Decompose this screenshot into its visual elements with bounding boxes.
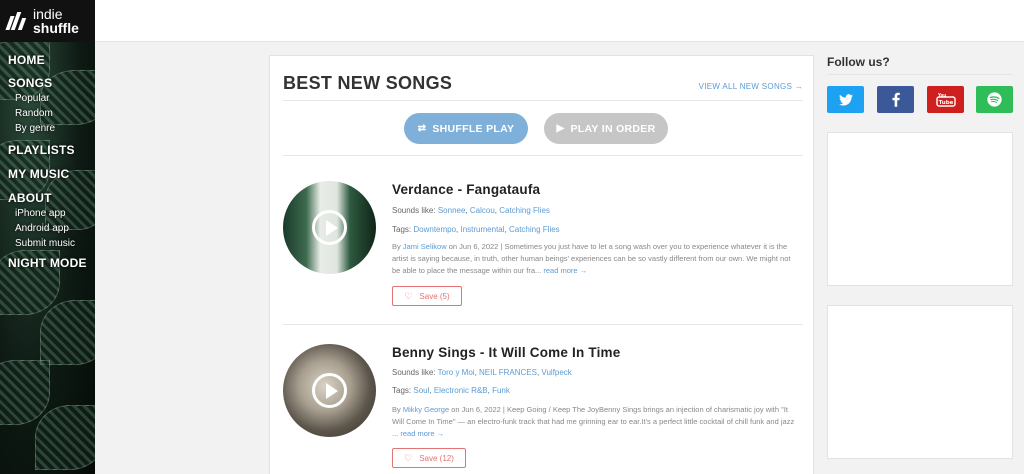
author-link[interactable]: Mikky George: [403, 405, 449, 414]
tag-link[interactable]: Soul: [413, 386, 429, 395]
save-count: (5): [439, 291, 450, 301]
play-controls: ⇄ SHUFFLE PLAY ▶ PLAY IN ORDER: [283, 113, 803, 156]
description-text: on Jun 6, 2022 | Keep Going / Keep The J…: [392, 405, 795, 438]
save-button[interactable]: ♡ Save (12): [392, 448, 466, 468]
by-label: By: [392, 242, 401, 251]
tag-link[interactable]: Electronic R&B: [434, 386, 488, 395]
tag-link[interactable]: Downtempo: [413, 225, 456, 234]
by-label: By: [392, 405, 401, 414]
youtube-button[interactable]: Tube You: [927, 86, 964, 113]
tags-label: Tags:: [392, 386, 412, 395]
twitter-icon: [838, 93, 853, 106]
nav-home[interactable]: HOME: [8, 52, 87, 68]
sounds-like-link[interactable]: Vulfpeck: [541, 368, 571, 377]
heart-icon: ♡: [404, 290, 413, 301]
author-link[interactable]: Jami Selikow: [403, 242, 447, 251]
save-count: (12): [439, 453, 454, 463]
nav-playlists[interactable]: PLAYLISTS: [8, 142, 87, 158]
sounds-like-link[interactable]: Calcou: [470, 206, 495, 215]
sounds-like-link[interactable]: Sonnee: [438, 206, 466, 215]
nav-songs-popular[interactable]: Popular: [8, 91, 87, 106]
description-text: on Jun 6, 2022 | Sometimes you just have…: [392, 242, 791, 275]
sidebar: indie shuffle HOME SONGS Popular Random …: [0, 0, 95, 474]
nav-songs-random[interactable]: Random: [8, 106, 87, 121]
tags: Tags: Downtempo, Instrumental, Catching …: [392, 225, 560, 234]
heart-icon: ♡: [404, 452, 413, 463]
tag-link[interactable]: Instrumental: [461, 225, 505, 234]
song-description: By Mikky George on Jun 6, 2022 | Keep Go…: [392, 404, 800, 440]
sounds-like: Sounds like: Sonnee, Calcou, Catching Fl…: [392, 206, 550, 215]
sounds-like: Sounds like: Toro y Moi, NEIL FRANCES, V…: [392, 368, 572, 377]
divider: [283, 324, 803, 325]
logo-text: indie shuffle: [33, 7, 79, 35]
nav-about-android[interactable]: Android app: [8, 221, 87, 236]
svg-text:You: You: [936, 93, 945, 98]
ad-slot: [827, 305, 1013, 459]
nav-my-music[interactable]: MY MUSIC: [8, 166, 87, 182]
logo-line2: shuffle: [33, 20, 79, 36]
tags-label: Tags:: [392, 225, 412, 234]
tag-link[interactable]: Funk: [492, 386, 510, 395]
tags: Tags: Soul, Electronic R&B, Funk: [392, 386, 510, 395]
song-title[interactable]: Benny Sings - It Will Come In Time: [392, 345, 620, 360]
nav-songs-by-genre[interactable]: By genre: [8, 121, 87, 136]
youtube-icon: Tube You: [935, 93, 956, 107]
background-leaf: [40, 300, 95, 365]
nav-about-iphone[interactable]: iPhone app: [8, 206, 87, 221]
save-button[interactable]: ♡ Save (5): [392, 286, 462, 306]
play-in-order-label: PLAY IN ORDER: [570, 122, 656, 135]
save-label: Save: [419, 291, 438, 301]
right-column: Follow us? Tube You: [827, 55, 1013, 459]
sounds-like-link[interactable]: NEIL FRANCES: [479, 368, 537, 377]
play-in-order-button[interactable]: ▶ PLAY IN ORDER: [544, 113, 668, 144]
background-leaf: [35, 405, 95, 470]
song-artwork[interactable]: [283, 344, 376, 437]
nav-songs[interactable]: SONGS: [8, 75, 87, 91]
read-more-link[interactable]: read more →: [400, 429, 444, 438]
ad-slot: [827, 132, 1013, 286]
play-icon: [312, 373, 347, 408]
view-all-link[interactable]: VIEW ALL NEW SONGS →: [699, 82, 803, 91]
sounds-like-label: Sounds like:: [392, 206, 436, 215]
facebook-button[interactable]: [877, 86, 914, 113]
song-description: By Jami Selikow on Jun 6, 2022 | Sometim…: [392, 241, 800, 277]
logo-line1: indie: [33, 6, 63, 22]
site-logo[interactable]: indie shuffle: [0, 0, 95, 42]
logo-icon: [5, 10, 28, 32]
song-item: Benny Sings - It Will Come In Time Sound…: [283, 344, 803, 474]
nav-about[interactable]: ABOUT: [8, 190, 87, 206]
read-more-link[interactable]: read more →: [543, 266, 587, 275]
save-label: Save: [419, 453, 438, 463]
facebook-icon: [891, 92, 900, 107]
section-header: BEST NEW SONGS VIEW ALL NEW SONGS →: [283, 71, 803, 101]
song-title[interactable]: Verdance - Fangataufa: [392, 182, 540, 197]
shuffle-play-label: SHUFFLE PLAY: [432, 122, 515, 135]
play-icon: ▶: [556, 123, 565, 134]
sounds-like-link[interactable]: Catching Flies: [499, 206, 550, 215]
spotify-icon: [987, 92, 1002, 107]
shuffle-play-button[interactable]: ⇄ SHUFFLE PLAY: [404, 113, 528, 144]
nav-night-mode[interactable]: NIGHT MODE: [8, 255, 87, 271]
sidebar-nav: HOME SONGS Popular Random By genre PLAYL…: [8, 52, 87, 271]
song-artwork[interactable]: [283, 181, 376, 274]
song-item: Verdance - Fangataufa Sounds like: Sonne…: [283, 181, 803, 311]
background-leaf: [0, 360, 50, 425]
spotify-button[interactable]: [976, 86, 1013, 113]
sounds-like-link[interactable]: Toro y Moi: [438, 368, 475, 377]
shuffle-icon: ⇄: [417, 123, 427, 134]
nav-about-submit[interactable]: Submit music: [8, 236, 87, 251]
top-bar: [95, 0, 1024, 42]
tag-link[interactable]: Catching Flies: [509, 225, 560, 234]
svg-text:Tube: Tube: [938, 100, 953, 106]
main-card: BEST NEW SONGS VIEW ALL NEW SONGS → ⇄ SH…: [269, 55, 814, 474]
follow-title: Follow us?: [827, 55, 1013, 75]
sounds-like-label: Sounds like:: [392, 368, 436, 377]
play-icon: [312, 210, 347, 245]
twitter-button[interactable]: [827, 86, 864, 113]
